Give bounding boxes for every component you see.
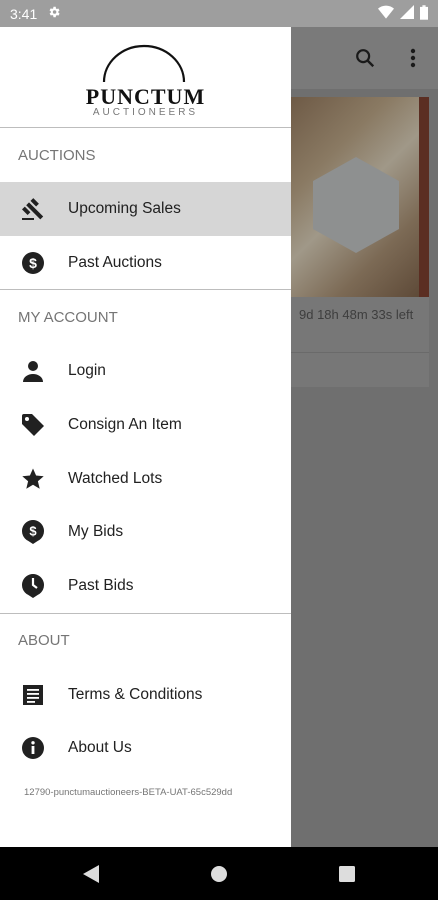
search-icon[interactable]	[352, 45, 378, 71]
auction-image	[291, 97, 419, 297]
nav-item-watched-lots[interactable]: Watched Lots	[0, 452, 291, 506]
section-header-auctions: AUCTIONS	[18, 146, 96, 164]
section-header-about: ABOUT	[18, 632, 70, 650]
wifi-icon	[378, 5, 394, 22]
logo-arc-icon	[102, 44, 186, 83]
gavel-icon	[19, 195, 47, 223]
version-text: 12790-punctumauctioneers-BETA-UAT-65c529…	[24, 787, 233, 799]
info-icon	[19, 734, 47, 762]
nav-item-label: Consign An Item	[68, 415, 182, 433]
auction-card[interactable]: 9d 18h 48m 33s left	[291, 97, 429, 387]
home-icon[interactable]	[207, 862, 231, 886]
status-time: 3:41	[10, 5, 38, 22]
nav-item-label: About Us	[68, 739, 132, 757]
nav-item-login[interactable]: Login	[0, 344, 291, 398]
battery-icon	[420, 4, 428, 23]
nav-item-past-auctions[interactable]: $ Past Auctions	[0, 236, 291, 290]
document-icon	[19, 681, 47, 709]
nav-item-label: Terms & Conditions	[68, 685, 203, 703]
dollar-pin-icon: $	[19, 518, 47, 546]
nav-item-my-bids[interactable]: $ My Bids	[0, 505, 291, 559]
nav-item-label: Upcoming Sales	[68, 199, 181, 217]
dollar-circle-icon: $	[19, 249, 47, 277]
nav-item-label: Past Auctions	[68, 253, 162, 271]
nav-item-label: My Bids	[68, 523, 124, 541]
nav-item-upcoming-sales[interactable]: Upcoming Sales	[0, 182, 291, 236]
svg-text:$: $	[29, 255, 37, 271]
svg-text:$: $	[29, 524, 37, 539]
settings-gear-icon	[47, 5, 61, 22]
nav-item-about-us[interactable]: About Us	[0, 722, 291, 776]
logo: PUNCTUM AUCTIONEERS	[0, 27, 291, 128]
back-icon[interactable]	[79, 862, 103, 886]
recents-icon[interactable]	[335, 862, 359, 886]
section-header-my-account: MY ACCOUNT	[18, 308, 118, 326]
signal-icon	[400, 5, 414, 22]
star-icon	[19, 465, 47, 493]
nav-item-terms-conditions[interactable]: Terms & Conditions	[0, 668, 291, 722]
overflow-menu-icon[interactable]	[400, 45, 426, 71]
tag-icon	[19, 411, 47, 439]
system-navigation-bar	[0, 847, 438, 900]
person-icon	[19, 357, 47, 385]
navigation-drawer: PUNCTUM AUCTIONEERS AUCTIONS Upcoming Sa…	[0, 27, 291, 847]
nav-item-label: Past Bids	[68, 576, 134, 594]
nav-item-label: Watched Lots	[68, 469, 163, 487]
time-left: 9d 18h 48m 33s left	[299, 307, 414, 322]
clock-pin-icon	[19, 572, 47, 600]
nav-item-consign-an-item[interactable]: Consign An Item	[0, 398, 291, 452]
nav-item-label: Login	[68, 362, 106, 380]
status-bar: 3:41	[0, 0, 438, 27]
nav-item-past-bids[interactable]: Past Bids	[0, 559, 291, 613]
logo-subtitle: AUCTIONEERS	[92, 107, 199, 118]
